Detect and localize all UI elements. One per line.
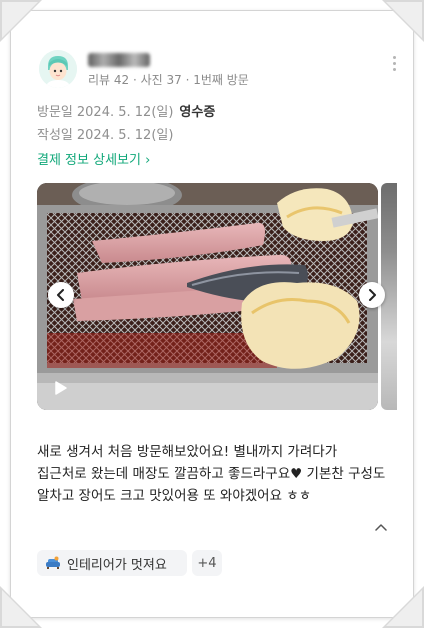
frame-corner-shade (2, 590, 38, 626)
author-stats: 리뷰 42 · 사진 37 · 1번째 방문 (88, 73, 249, 87)
visit-date-row: 방문일 2024. 5. 12(일) 영수증 (37, 101, 215, 120)
review-photo[interactable] (37, 183, 378, 410)
frame-corner-shade (386, 2, 422, 38)
chevron-right-icon (369, 289, 376, 301)
sofa-icon (46, 556, 60, 569)
photo-next-button[interactable] (359, 282, 385, 308)
chevron-up-icon[interactable] (374, 520, 388, 534)
receipt-badge: 영수증 (179, 105, 216, 120)
avatar-illustration (39, 50, 77, 88)
frame-corner-shade (2, 2, 38, 38)
grilled-eel-photo (37, 183, 378, 410)
play-icon[interactable] (52, 380, 68, 396)
photo-prev-button[interactable] (48, 282, 74, 308)
keyword-tag-label: 인테리어가 멋져요 (67, 557, 167, 573)
written-date-row: 작성일 2024. 5. 12(일) (37, 124, 173, 143)
frame-corner-shade (386, 590, 422, 626)
avatar[interactable] (39, 50, 77, 88)
keyword-tag-interior[interactable]: 인테리어가 멋져요 (37, 550, 187, 576)
visit-date: 2024. 5. 12(일) (76, 105, 174, 120)
more-tags-button[interactable]: +4 (192, 550, 222, 576)
written-date: 2024. 5. 12(일) (76, 128, 174, 143)
username-blurred[interactable] (88, 53, 150, 67)
written-label: 작성일 (37, 128, 73, 143)
review-text: 새로 생겨서 처음 방문해보았어요! 별내까지 가려다가 집근처로 왔는데 매장… (37, 444, 386, 504)
visit-label: 방문일 (37, 105, 73, 120)
chevron-left-icon (57, 289, 64, 301)
payment-detail-link[interactable]: 결제 정보 상세보기 › (37, 149, 150, 168)
kebab-menu-icon[interactable] (388, 56, 400, 74)
